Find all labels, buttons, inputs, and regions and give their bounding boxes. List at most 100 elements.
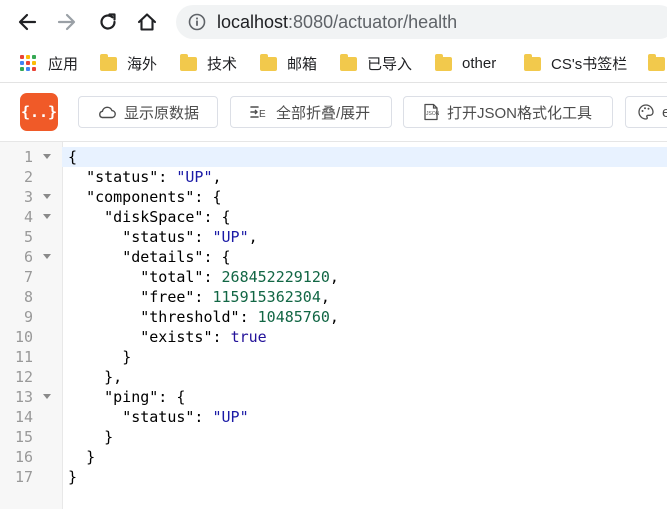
json-syntax: "exists": [140, 328, 231, 346]
folder-icon [435, 54, 452, 71]
json-syntax: "total": [140, 268, 222, 286]
json-syntax: "free": [140, 288, 213, 306]
forward-arrow-icon [57, 13, 76, 31]
info-icon[interactable] [188, 13, 206, 31]
json-syntax: }, [104, 368, 123, 386]
line-number: 11 [14, 348, 33, 366]
bookmark-folder-overflow[interactable] [648, 44, 667, 82]
code-text: "ping": { [68, 387, 185, 407]
line-number: 2 [23, 168, 33, 186]
json-string-value: "UP" [212, 408, 249, 426]
bookmark-label: 邮箱 [287, 55, 318, 73]
code-text: } [68, 467, 77, 487]
code-line: 9 "threshold": 10485760, [0, 307, 667, 327]
bookmark-apps[interactable]: 应用 [20, 44, 78, 82]
url-host: localhost [217, 12, 289, 32]
json-syntax: "threshold": [140, 308, 258, 326]
code-line: 4 "diskSpace": { [0, 207, 667, 227]
line-number: 13 [14, 388, 33, 406]
show-raw-data-button[interactable]: 显示原数据 [78, 96, 218, 128]
json-viewer-logo: {..} [20, 93, 58, 131]
json-syntax: "details": { [122, 248, 231, 266]
toggle-fold-all-button[interactable]: E 全部折叠/展开 [230, 96, 392, 128]
bookmark-folder-other[interactable]: other [435, 44, 496, 82]
line-number: 3 [23, 188, 33, 206]
theme-button-partial[interactable]: e [625, 96, 667, 128]
bookmark-label: 已导入 [367, 55, 413, 73]
bookmark-folder-imported[interactable]: 已导入 [340, 44, 412, 82]
code-text: } [68, 447, 95, 467]
fold-arrow-icon[interactable] [43, 154, 51, 159]
json-boolean-value: true [230, 328, 267, 346]
line-number: 9 [23, 308, 33, 326]
bookmark-folder-haiwai[interactable]: 海外 [100, 44, 157, 82]
bookmark-label: CS's书签栏 [551, 55, 628, 73]
json-viewer-toolbar: {..} 显示原数据 E 全部折叠/展开 JSON 打开JSON格式化工具 e [0, 83, 667, 142]
back-button[interactable] [14, 9, 40, 35]
line-number: 1 [23, 148, 33, 166]
json-syntax: } [68, 468, 78, 486]
code-line: 11 } [0, 347, 667, 367]
json-string-value: "UP" [212, 228, 249, 246]
fold-toggle-icon: E [250, 106, 266, 120]
code-text: } [68, 427, 113, 447]
bookmarks-bar: 应用 海外 技术 邮箱 已导入 other CS's书签栏 [0, 44, 667, 83]
json-code-viewer[interactable]: 1{2 "status": "UP", 3 "components": {4 "d… [0, 142, 667, 509]
fold-arrow-icon[interactable] [43, 254, 51, 259]
json-syntax: } [86, 448, 96, 466]
url-text: localhost:8080/actuator/health [217, 12, 457, 33]
bookmark-label: 海外 [127, 55, 158, 73]
line-number: 16 [14, 448, 33, 466]
code-line: 8 "free": 115915362304, [0, 287, 667, 307]
url-path: :8080/actuator/health [288, 12, 458, 32]
line-number: 5 [23, 228, 33, 246]
svg-text:E: E [259, 109, 266, 120]
reload-button[interactable] [95, 9, 121, 35]
json-syntax: } [104, 428, 114, 446]
open-json-tool-button[interactable]: JSON 打开JSON格式化工具 [403, 96, 613, 128]
code-text: "diskSpace": { [68, 207, 230, 227]
palette-icon [638, 104, 654, 120]
home-button[interactable] [134, 9, 160, 35]
code-line: 14 "status": "UP" [0, 407, 667, 427]
code-line: 17} [0, 467, 667, 487]
code-text: "status": "UP", [68, 227, 257, 247]
json-syntax: , [329, 268, 339, 286]
line-number: 15 [14, 428, 33, 446]
line-number: 14 [14, 408, 33, 426]
bookmark-folder-jishu[interactable]: 技术 [180, 44, 237, 82]
code-line: 5 "status": "UP", [0, 227, 667, 247]
bookmark-folder-youxiang[interactable]: 邮箱 [260, 44, 317, 82]
code-text: { [68, 147, 77, 167]
folder-icon [100, 54, 117, 71]
fold-arrow-icon[interactable] [43, 394, 51, 399]
code-line: 7 "total": 268452229120, [0, 267, 667, 287]
bookmark-folder-cs[interactable]: CS's书签栏 [524, 44, 627, 82]
address-bar[interactable]: localhost:8080/actuator/health [176, 5, 667, 39]
code-text: }, [68, 367, 122, 387]
code-line: 6 "details": { [0, 247, 667, 267]
folder-icon [648, 54, 665, 71]
code-line: 16 } [0, 447, 667, 467]
json-syntax: "components": { [86, 188, 222, 206]
json-syntax: "status": [86, 168, 177, 186]
line-number: 12 [14, 368, 33, 386]
folder-icon [524, 54, 541, 71]
json-string-value: "UP" [176, 168, 213, 186]
forward-button[interactable] [54, 9, 80, 35]
theme-button-label: e [662, 103, 667, 121]
code-text: "components": { [68, 187, 222, 207]
bookmark-label: other [462, 54, 497, 72]
json-number-value: 115915362304 [212, 288, 321, 306]
code-line: 3 "components": { [0, 187, 667, 207]
json-file-icon: JSON [424, 103, 440, 121]
code-line: 2 "status": "UP", [0, 167, 667, 187]
code-line: 10 "exists": true [0, 327, 667, 347]
fold-arrow-icon[interactable] [43, 214, 51, 219]
folder-icon [340, 54, 357, 71]
code-text: "threshold": 10485760, [68, 307, 339, 327]
code-text: "total": 268452229120, [68, 267, 339, 287]
folder-icon [180, 54, 197, 71]
fold-arrow-icon[interactable] [43, 194, 51, 199]
back-arrow-icon [18, 13, 37, 31]
